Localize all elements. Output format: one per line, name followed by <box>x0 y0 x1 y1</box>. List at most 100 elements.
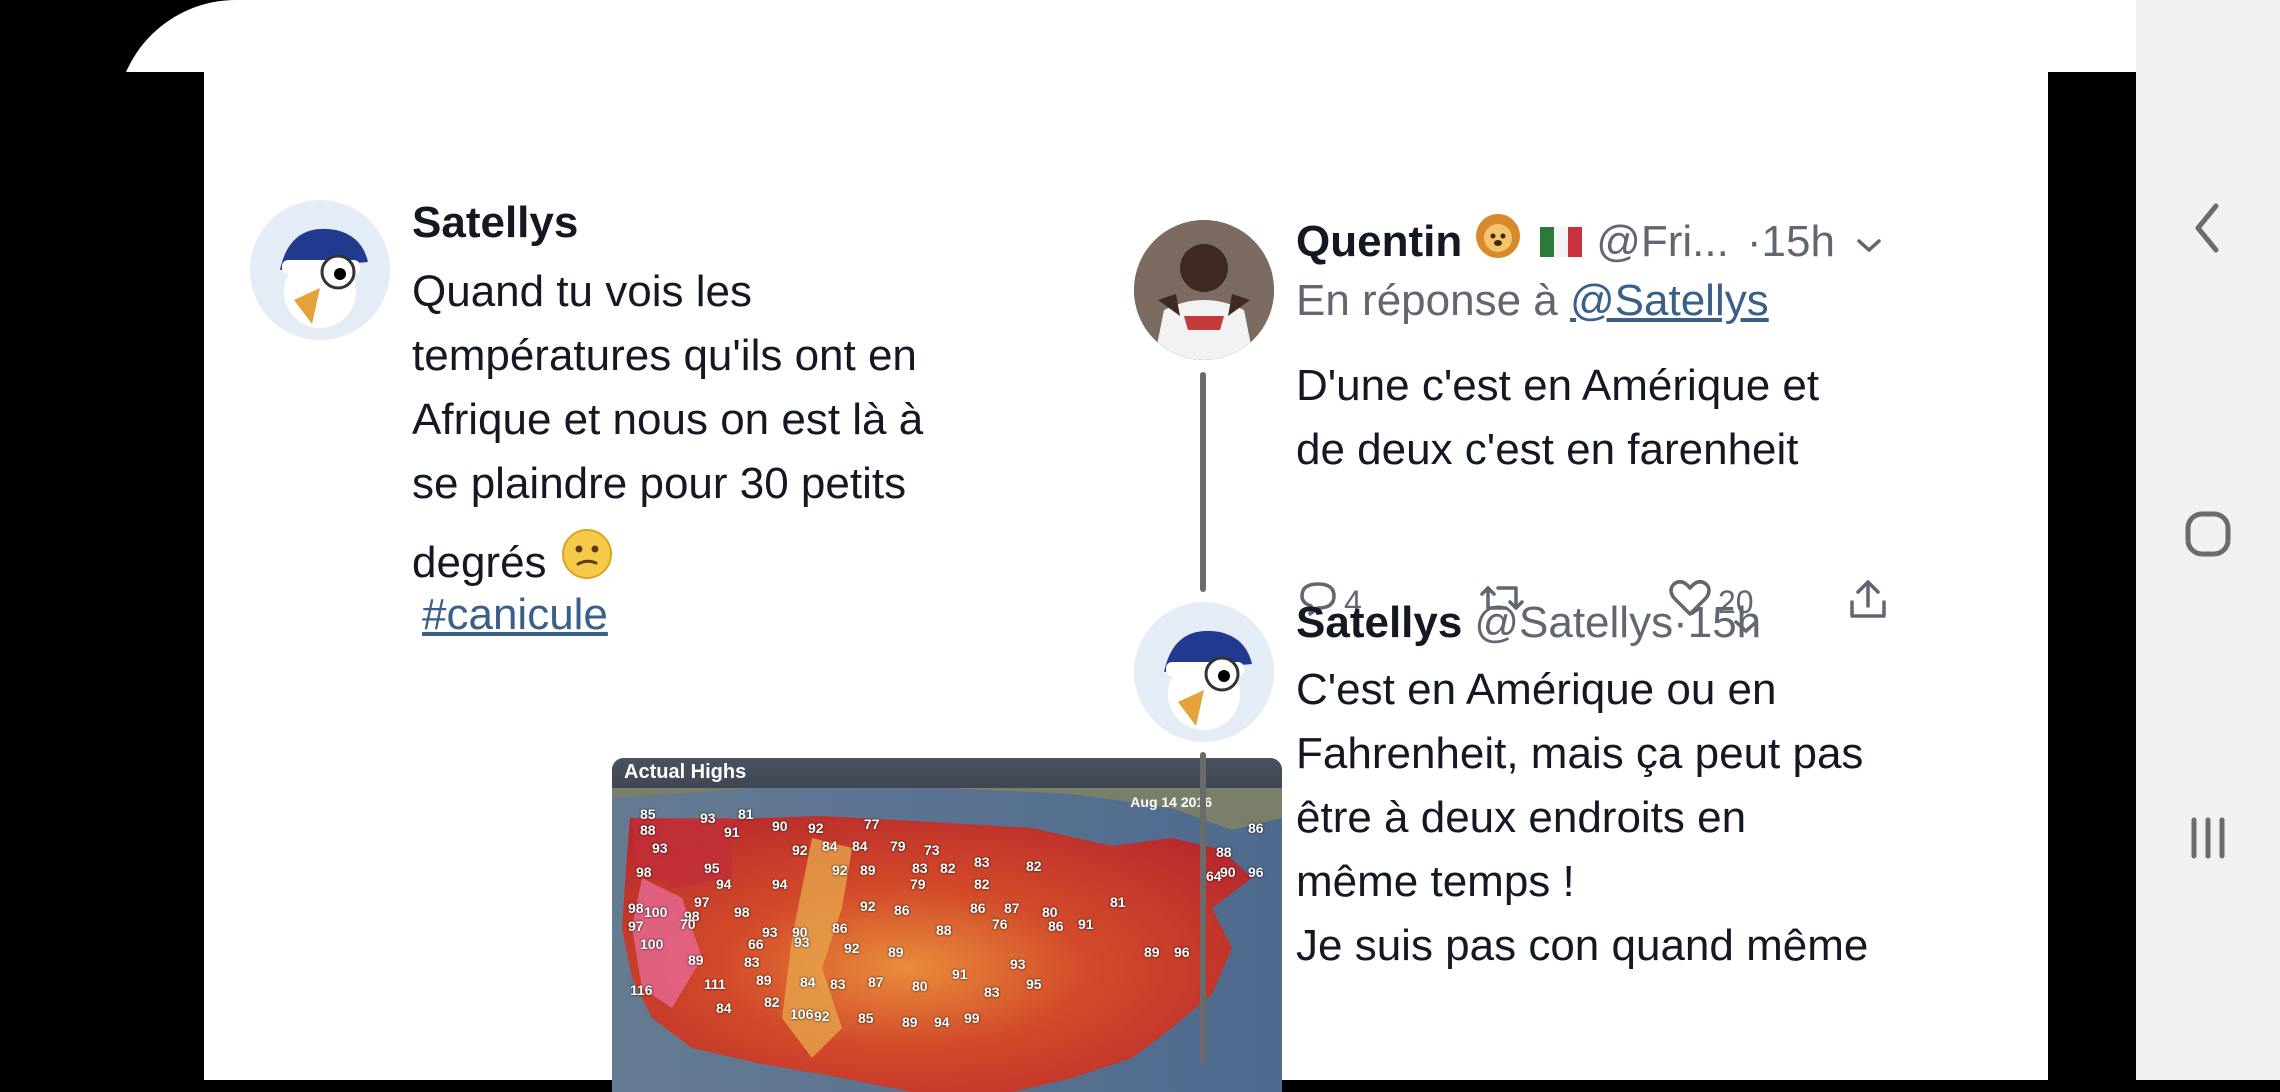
left-body-line-4: se plaindre pour 30 petits <box>412 459 907 508</box>
map-temperature-label: 88 <box>936 922 952 938</box>
reply-time: ·15h <box>1746 216 1835 266</box>
left-tweet-name[interactable]: Satellys <box>412 198 578 248</box>
map-temperature-label: 89 <box>902 1014 918 1030</box>
map-temperature-label: 70 <box>680 916 696 932</box>
quentin-avatar[interactable] <box>1134 220 1274 360</box>
in-reply-prefix: En réponse à <box>1296 276 1558 325</box>
map-temperature-label: 64 <box>1206 868 1222 884</box>
map-temperature-label: 86 <box>1248 820 1264 836</box>
satellys-avatar[interactable] <box>250 200 390 340</box>
second-reply-name[interactable]: Satellys <box>1296 598 1462 648</box>
second-reply-body: C'est en Amérique ou en Fahrenheit, mais… <box>1296 658 1868 978</box>
left-body-line-5-text: degrés <box>412 538 547 587</box>
map-temperature-label: 93 <box>652 840 668 856</box>
thread-line-2 <box>1200 752 1206 1064</box>
map-title: Actual Highs <box>624 761 747 783</box>
left-body-line-3: Afrique et nous on est là à <box>412 395 924 444</box>
map-temperature-label: 89 <box>860 862 876 878</box>
map-temperature-label: 82 <box>764 994 780 1010</box>
reply-header: Quentin @Fri... ·15h <box>1296 212 1883 271</box>
map-temperature-label: 92 <box>814 1008 830 1024</box>
map-temperature-label: 106 <box>790 1006 814 1022</box>
map-temperature-label: 89 <box>1144 944 1160 960</box>
map-temperature-label: 84 <box>822 838 838 854</box>
map-temperature-label: 92 <box>792 842 808 858</box>
recents-icon <box>2180 810 2236 871</box>
map-temperature-label: 94 <box>934 1014 950 1030</box>
left-tweet-body: Quand tu vois les températures qu'ils on… <box>412 260 923 598</box>
reply-handle[interactable]: @Fri... <box>1596 217 1729 267</box>
map-temperature-label: 100 <box>640 936 664 952</box>
map-temperature-label: 83 <box>974 854 990 870</box>
android-nav-bar <box>2136 0 2280 1080</box>
second-reply-handle[interactable]: @Satellys <box>1474 598 1673 648</box>
second-reply-line-3: être à deux endroits en <box>1296 793 1747 842</box>
home-icon <box>2180 506 2236 567</box>
map-title-bar: Actual Highs <box>612 758 1282 788</box>
map-temperature-label: 90 <box>1220 864 1236 880</box>
map-temperature-label: 66 <box>748 936 764 952</box>
left-black-border <box>0 72 204 1080</box>
map-temperature-label: 89 <box>756 972 772 988</box>
italy-flag-icon <box>1540 226 1583 257</box>
weather-map-image[interactable]: Actual Highs Aug 14 2016 85 93 81 88 91 90 92 7… <box>612 758 1282 1092</box>
map-temperature-label: 97 <box>628 918 644 934</box>
map-temperature-label: 92 <box>832 862 848 878</box>
chevron-down-icon[interactable] <box>1855 217 1883 267</box>
map-temperature-label: 85 <box>640 806 656 822</box>
chevron-down-icon-2[interactable] <box>1732 598 1760 648</box>
in-reply-to: En réponse à @Satellys <box>1296 276 1769 326</box>
home-button[interactable] <box>2168 496 2248 576</box>
map-temperature-label: 94 <box>772 876 788 892</box>
map-temperature-label: 96 <box>1174 944 1190 960</box>
map-temperature-label: 85 <box>858 1010 874 1026</box>
reply-name[interactable]: Quentin <box>1296 217 1462 267</box>
map-temperature-label: 76 <box>992 916 1008 932</box>
map-temperature-label: 98 <box>628 900 644 916</box>
map-temperature-label: 94 <box>716 876 732 892</box>
map-temperature-label: 91 <box>724 824 740 840</box>
map-temperature-label: 111 <box>704 976 726 992</box>
back-button[interactable] <box>2168 190 2248 270</box>
reply-body-line-1: D'une c'est en Amérique et <box>1296 361 1820 410</box>
map-temperature-label: 82 <box>974 876 990 892</box>
satellys-avatar-reply[interactable] <box>1134 602 1274 742</box>
in-reply-handle-link[interactable]: @Satellys <box>1570 276 1769 325</box>
map-temperature-label: 91 <box>952 966 968 982</box>
reply-body: D'une c'est en Amérique et de deux c'est… <box>1296 354 1819 482</box>
map-temperature-label: 90 <box>772 818 788 834</box>
left-body-line-2: températures qu'ils ont en <box>412 331 917 380</box>
map-temperature-label: 79 <box>890 838 906 854</box>
lion-face-icon <box>1474 212 1522 271</box>
map-temperature-label: 82 <box>940 860 956 876</box>
second-reply-line-5: Je suis pas con quand même <box>1296 921 1869 970</box>
map-temperature-label: 93 <box>700 810 716 826</box>
second-reply-header: Satellys @Satellys ·15h <box>1296 598 1996 648</box>
map-temperature-label: 80 <box>912 978 928 994</box>
map-temperature-label: 82 <box>1026 858 1042 874</box>
map-temperature-label: 84 <box>852 838 868 854</box>
confused-face-icon <box>561 528 613 598</box>
back-icon <box>2188 200 2228 261</box>
recents-button[interactable] <box>2168 800 2248 880</box>
map-temperature-label: 84 <box>800 974 816 990</box>
map-temperature-label: 98 <box>636 864 652 880</box>
second-reply-line-1: C'est en Amérique ou en <box>1296 665 1777 714</box>
reply-body-line-2: de deux c'est en farenheit <box>1296 425 1799 474</box>
map-temperature-label: 86 <box>894 902 910 918</box>
map-temperature-label: 93 <box>762 924 778 940</box>
map-temperature-label: 99 <box>964 1010 980 1026</box>
map-temperature-label: 91 <box>1078 916 1094 932</box>
map-temperature-label: 81 <box>1110 894 1126 910</box>
map-temperature-label: 100 <box>644 904 668 920</box>
map-temperature-label: 88 <box>1216 844 1232 860</box>
map-temperature-label: 83 <box>912 860 928 876</box>
map-temperature-label: 86 <box>832 920 848 936</box>
map-temperature-label: 116 <box>630 982 653 998</box>
map-temperature-label: 73 <box>924 842 940 858</box>
thread-line-1 <box>1200 372 1206 592</box>
map-temperature-label: 86 <box>970 900 986 916</box>
screenshot-image[interactable]: Satellys Quand tu vois les températures … <box>204 72 2048 1092</box>
hashtag-link[interactable]: #canicule <box>422 590 608 640</box>
second-reply-line-2: Fahrenheit, mais ça peut pas <box>1296 729 1864 778</box>
